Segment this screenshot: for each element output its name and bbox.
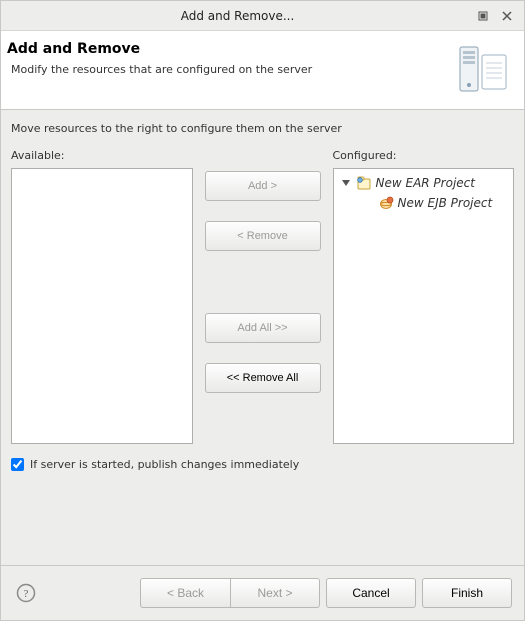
- titlebar: Add and Remove...: [1, 1, 524, 31]
- tree-expand-icon[interactable]: [340, 178, 352, 188]
- back-next-pair: < Back Next >: [140, 578, 320, 608]
- next-button[interactable]: Next >: [230, 578, 320, 608]
- wizard-body: Move resources to the right to configure…: [1, 110, 524, 565]
- configured-label: Configured:: [333, 149, 515, 162]
- minimize-icon[interactable]: [474, 7, 492, 25]
- banner-subheading: Modify the resources that are configured…: [11, 63, 442, 76]
- configured-tree[interactable]: New EAR Project New EJB Project: [333, 168, 515, 444]
- tree-root-item[interactable]: New EAR Project: [334, 173, 514, 193]
- available-list[interactable]: [11, 168, 193, 444]
- banner-heading: Add and Remove: [7, 41, 442, 57]
- wizard-banner: Add and Remove Modify the resources that…: [1, 31, 524, 110]
- titlebar-buttons: [474, 7, 516, 25]
- wizard-button-bar: ? < Back Next > Cancel Finish: [1, 565, 524, 620]
- publish-checkbox-label: If server is started, publish changes im…: [30, 458, 299, 471]
- svg-text:?: ?: [24, 588, 29, 600]
- close-icon[interactable]: [498, 7, 516, 25]
- banner-text: Add and Remove Modify the resources that…: [7, 39, 442, 76]
- configured-column: Configured: New EAR Project New EJB Proj…: [333, 149, 515, 444]
- tree-child-label: New EJB Project: [398, 196, 493, 210]
- help-icon[interactable]: ?: [13, 580, 39, 606]
- tree-child-item[interactable]: New EJB Project: [334, 193, 514, 213]
- transfer-buttons: Add > < Remove Add All >> << Remove All: [205, 149, 321, 444]
- server-graphic-icon: [452, 39, 512, 99]
- ejb-project-icon: [378, 195, 394, 211]
- instruction-text: Move resources to the right to configure…: [11, 122, 514, 135]
- window-title: Add and Remove...: [1, 9, 474, 23]
- finish-button[interactable]: Finish: [422, 578, 512, 608]
- publish-checkbox[interactable]: [11, 458, 24, 471]
- tree-root-label: New EAR Project: [376, 176, 475, 190]
- cancel-button[interactable]: Cancel: [326, 578, 416, 608]
- available-label: Available:: [11, 149, 193, 162]
- remove-all-button[interactable]: << Remove All: [205, 363, 321, 393]
- available-column: Available:: [11, 149, 193, 444]
- transfer-columns: Available: Add > < Remove Add All >> << …: [11, 149, 514, 444]
- remove-button[interactable]: < Remove: [205, 221, 321, 251]
- add-all-button[interactable]: Add All >>: [205, 313, 321, 343]
- publish-checkbox-row: If server is started, publish changes im…: [11, 458, 514, 471]
- back-button[interactable]: < Back: [140, 578, 230, 608]
- add-button[interactable]: Add >: [205, 171, 321, 201]
- ear-project-icon: [356, 175, 372, 191]
